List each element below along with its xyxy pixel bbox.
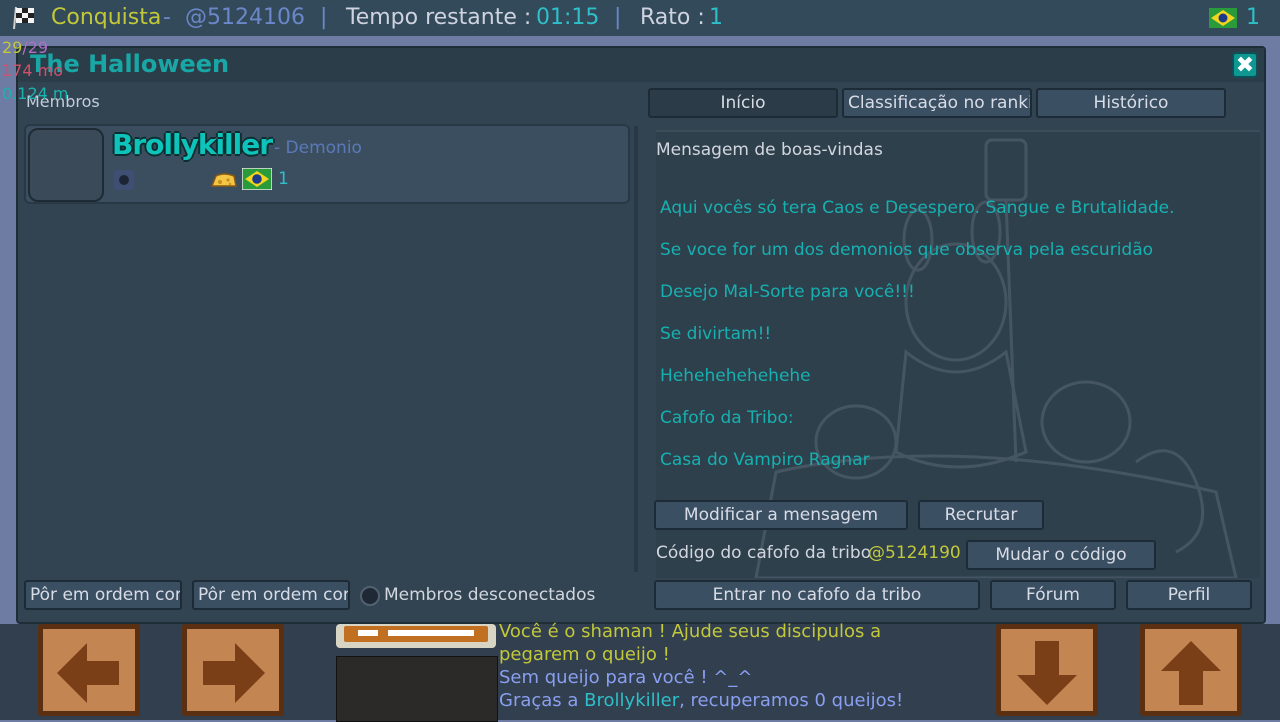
tab-historico[interactable]: Histórico [1036,88,1226,118]
member-cheese-count: 1 [278,169,289,189]
close-button[interactable]: ✖ [1232,52,1258,78]
arrow-right-icon [203,643,265,703]
welcome-line: Casa do Vampiro Ragnar [660,450,870,470]
welcome-line: Aqui vocês só tera Caos e Desespero. San… [660,198,1175,218]
fps-max: 29 [27,38,49,57]
members-list: Brollykiller - Demonio 1 [24,124,632,572]
rato-label: Rato : [640,5,705,30]
room-code: @5124106 [185,5,305,30]
welcome-line: Se divirtam!! [660,324,772,344]
room-separator: - [163,5,171,30]
welcome-line: Cafofo da Tribo: [660,408,794,428]
modify-message-button[interactable]: Modificar a mensagem [654,500,908,530]
forum-button[interactable]: Fórum [990,580,1116,610]
player-count: 1 [1246,5,1260,30]
welcome-line: Desejo Mal-Sorte para você!!! [660,282,915,302]
welcome-line: Hehehehehehehe [660,366,811,386]
members-scrollbar[interactable] [634,126,638,572]
move-down-button[interactable] [996,624,1098,716]
memory-usage: 174 mo [2,61,63,80]
chat-message: pegarem o queijo ! [499,644,670,665]
enter-tribe-house-button[interactable]: Entrar no cafofo da tribo [654,580,980,610]
chat-player-name[interactable]: Brollykiller [584,690,679,711]
arrow-left-icon [57,643,119,703]
shaman-indicator [336,624,496,648]
chat-input-box[interactable] [336,656,498,722]
tribe-panel: The Halloween ✖ Membros Brollykiller - D… [16,46,1266,624]
sort-button-2[interactable]: Pôr em ordem conf [192,580,350,610]
member-rank: - Demonio [274,138,362,158]
change-code-button[interactable]: Mudar o código [966,540,1156,570]
divider: | [614,5,622,30]
rato-value: 1 [709,5,723,30]
distance-readout: 0.124 m [2,84,69,103]
welcome-line: Se voce for um dos demonios que observa … [660,240,1154,260]
move-right-button[interactable] [182,624,284,716]
tab-inicio[interactable]: Início [648,88,838,118]
sort-button-1[interactable]: Pôr em ordem conf [24,580,182,610]
divider: | [320,5,328,30]
move-left-button[interactable] [38,624,140,716]
arrow-down-icon [1017,641,1077,705]
fps-current: 29 [2,38,23,57]
offline-members-label: Membros desconectados [384,585,596,605]
chat-message-suffix: , recuperamos 0 queijos! [679,690,904,711]
recruit-button[interactable]: Recrutar [918,500,1044,530]
game-mode-label: Conquista [51,5,162,30]
debug-stats: 29/29 174 mo 0.124 m [2,36,68,105]
brazil-flag-icon [242,168,272,190]
cheese-icon [210,173,237,187]
member-name[interactable]: Brollykiller [112,128,273,161]
offline-members-toggle[interactable] [360,586,380,606]
member-row[interactable]: Brollykiller - Demonio 1 [24,124,630,204]
brazil-flag-icon [1209,8,1237,28]
tribe-house-code: @5124190 [868,543,961,563]
avatar[interactable] [28,128,104,202]
welcome-title: Mensagem de boas-vindas [656,140,883,160]
arrow-up-icon [1161,641,1221,705]
tab-ranking[interactable]: Classificação no rankir [842,88,1032,118]
chat-message: Você é o shaman ! Ajude seus discipulos … [499,621,882,642]
top-status-bar: Conquista - @5124106 | Tempo restante : … [0,0,1280,36]
chat-log: Você é o shaman ! Ajude seus discipulos … [499,620,903,712]
checkered-flag-icon [13,6,34,30]
online-status-icon [114,170,134,190]
move-up-button[interactable] [1140,624,1242,716]
profile-button[interactable]: Perfil [1126,580,1252,610]
tribe-house-code-label: Código do cafofo da tribo [656,543,872,563]
chat-message: Sem queijo para você ! ^_^ [499,667,753,688]
time-value: 01:15 [536,5,600,30]
chat-message-prefix: Graças a [499,690,585,711]
time-label: Tempo restante : [346,5,532,30]
